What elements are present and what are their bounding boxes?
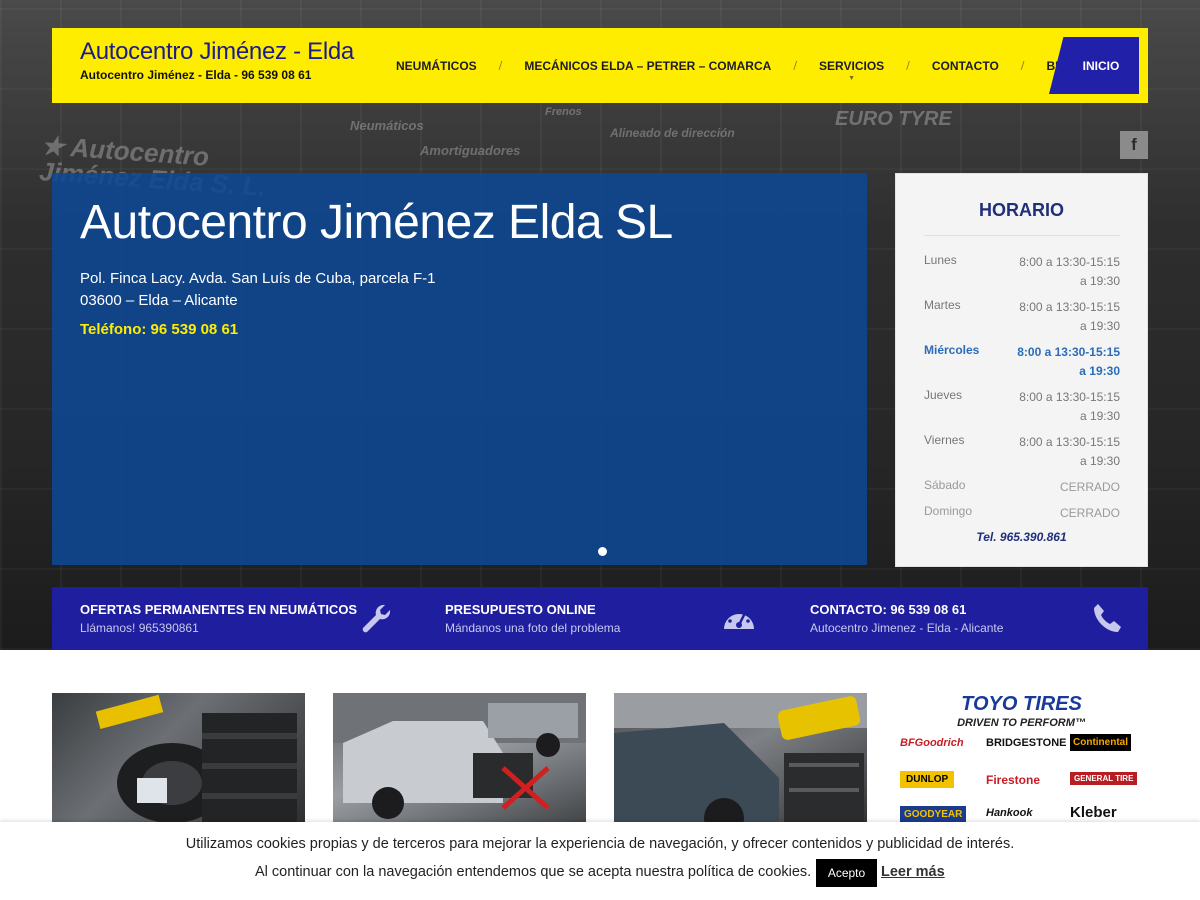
schedule-time: CERRADO <box>1059 506 1120 520</box>
features-bar: OFERTAS PERMANENTES EN NEUMÁTICOS Lláman… <box>52 587 1148 650</box>
schedule-day: Martes <box>924 298 961 312</box>
wrench-icon <box>362 604 391 633</box>
cookie-text-line-2: Al continuar con la navegación entendemo… <box>255 864 812 880</box>
feature-subtitle: Autocentro Jimenez - Elda - Alicante <box>810 621 1004 635</box>
hero-sign-eurotyre: EURO TYRE <box>835 108 952 130</box>
schedule-time: 8:00 a 13:30-15:15 a 19:30 <box>1019 255 1120 288</box>
thumbnail-taller[interactable] <box>333 693 586 833</box>
schedule-day: Sábado <box>924 478 966 492</box>
toyo-tagline: DRIVEN TO PERFORM™ <box>957 717 1086 729</box>
nav-item-contacto[interactable]: CONTACTO <box>928 59 1003 73</box>
address-line-2: 03600 – Elda – Alicante <box>80 292 238 309</box>
dunlop-logo: DUNLOP <box>900 771 955 788</box>
feature-ofertas[interactable]: OFERTAS PERMANENTES EN NEUMÁTICOS Lláman… <box>52 587 397 650</box>
speedometer-icon <box>724 608 754 629</box>
slide-title: Autocentro Jiménez Elda SL <box>80 196 673 249</box>
schedule-day: Domingo <box>924 504 973 518</box>
divider <box>924 235 1120 236</box>
brand[interactable]: Autocentro Jiménez - Elda Autocentro Jim… <box>80 38 354 82</box>
firestone-logo: Firestone <box>986 773 1041 787</box>
toyo-logo: TOYO TIRES <box>961 693 1082 715</box>
bfgoodrich-logo: BFGoodrich <box>900 737 964 749</box>
continental-logo: Continental <box>1070 734 1131 751</box>
nav-separator: / <box>1020 59 1025 72</box>
bridgestone-logo: BRIDGESTONE <box>986 737 1067 749</box>
feature-subtitle: Mándanos una foto del problema <box>445 621 621 635</box>
cookie-text-line-1: Utilizamos cookies propias y de terceros… <box>185 836 1015 852</box>
hero-sign-frenos: Frenos <box>545 106 582 118</box>
thumbnail-neumaticos[interactable] <box>52 693 305 833</box>
nav-label: SERVICIOS <box>819 58 885 73</box>
feature-title: CONTACTO: 96 539 08 61 <box>810 602 967 617</box>
hero-sign-neumaticos: Neumáticos <box>350 118 424 133</box>
feature-title: OFERTAS PERMANENTES EN NEUMÁTICOS <box>80 602 358 617</box>
nav-label: MECÁNICOS ELDA – PETRER – COMARCA <box>524 58 772 73</box>
facebook-icon[interactable]: f <box>1120 131 1148 159</box>
schedule-panel: HORARIO Lunes 8:00 a 13:30-15:15 a 19:30… <box>895 173 1148 567</box>
nav-separator: / <box>906 59 910 72</box>
nav-separator: / <box>498 59 503 72</box>
schedule-time: 8:00 a 13:30-15:15 a 19:30 <box>1019 300 1120 333</box>
nav-separator: / <box>793 59 798 72</box>
nav-item-inicio[interactable]: INICIO <box>1049 37 1139 94</box>
goodyear-logo: GOODYEAR <box>900 806 967 823</box>
tires-image <box>95 694 297 833</box>
accept-cookies-button[interactable]: Acepto <box>816 859 877 887</box>
site-title[interactable]: Autocentro Jiménez - Elda <box>80 38 354 66</box>
schedule-day: Viernes <box>924 433 965 447</box>
garage-image <box>614 693 867 833</box>
hero-sign-alineado: Alineado de dirección <box>610 126 735 140</box>
hero-sign-amortiguadores: Amortiguadores <box>420 143 521 158</box>
cookie-banner: Utilizamos cookies propias y de terceros… <box>0 822 1200 900</box>
address-line-1: Pol. Finca Lacy. Avda. San Luís de Cuba,… <box>80 270 436 287</box>
car-lift-image <box>333 693 586 819</box>
feature-contacto[interactable]: CONTACTO: 96 539 08 61 Autocentro Jimene… <box>782 587 1127 650</box>
slider-dot[interactable] <box>598 547 607 556</box>
nav-item-servicios[interactable]: SERVICIOS ▼ <box>815 58 888 82</box>
thumbnail-frenos[interactable] <box>614 693 867 833</box>
slide-address: Pol. Finca Lacy. Avda. San Luís de Cuba,… <box>80 268 435 312</box>
hero-slider: Autocentro Jiménez Elda SL Pol. Finca La… <box>52 173 867 565</box>
schedule-time: CERRADO <box>1059 480 1120 494</box>
slide-phone[interactable]: Teléfono: 96 539 08 61 <box>80 321 238 338</box>
site-subtitle: Autocentro Jiménez - Elda - 96 539 08 61 <box>80 68 312 82</box>
schedule-phone[interactable]: Tel. 965.390.861 <box>896 530 1147 544</box>
main-nav: NEUMÁTICOS / MECÁNICOS ELDA – PETRER – C… <box>392 28 1085 103</box>
general-tire-logo: GENERAL TIRE <box>1070 772 1138 785</box>
feature-presupuesto[interactable]: PRESUPUESTO ONLINE Mándanos una foto del… <box>417 587 762 650</box>
feature-subtitle: Llámanos! 965390861 <box>80 621 199 635</box>
nav-label: CONTACTO <box>931 58 999 73</box>
schedule-title: HORARIO <box>979 200 1064 220</box>
schedule-day: Lunes <box>924 253 957 267</box>
nav-item-neumaticos[interactable]: NEUMÁTICOS <box>392 59 481 73</box>
feature-title: PRESUPUESTO ONLINE <box>445 602 596 617</box>
nav-label: NEUMÁTICOS <box>396 58 477 73</box>
schedule-time: 8:00 a 13:30-15:15 a 19:30 <box>1017 345 1120 378</box>
schedule-day: Jueves <box>924 388 963 402</box>
read-more-link[interactable]: Leer más <box>881 864 945 880</box>
schedule-day: Miércoles <box>924 343 980 357</box>
site-header: Autocentro Jiménez - Elda Autocentro Jim… <box>52 28 1148 103</box>
kleber-logo: Kleber <box>1070 804 1117 821</box>
hankook-logo: Hankook <box>986 807 1033 819</box>
caret-down-icon: ▼ <box>848 74 856 82</box>
nav-item-mecanicos[interactable]: MECÁNICOS ELDA – PETRER – COMARCA <box>520 59 775 73</box>
schedule-time: 8:00 a 13:30-15:15 a 19:30 <box>1019 390 1120 423</box>
tire-brands-banner[interactable]: TOYO TIRES DRIVEN TO PERFORM™ BFGoodrich… <box>895 693 1148 833</box>
phone-icon <box>1094 604 1121 632</box>
schedule-time: 8:00 a 13:30-15:15 a 19:30 <box>1019 435 1120 468</box>
